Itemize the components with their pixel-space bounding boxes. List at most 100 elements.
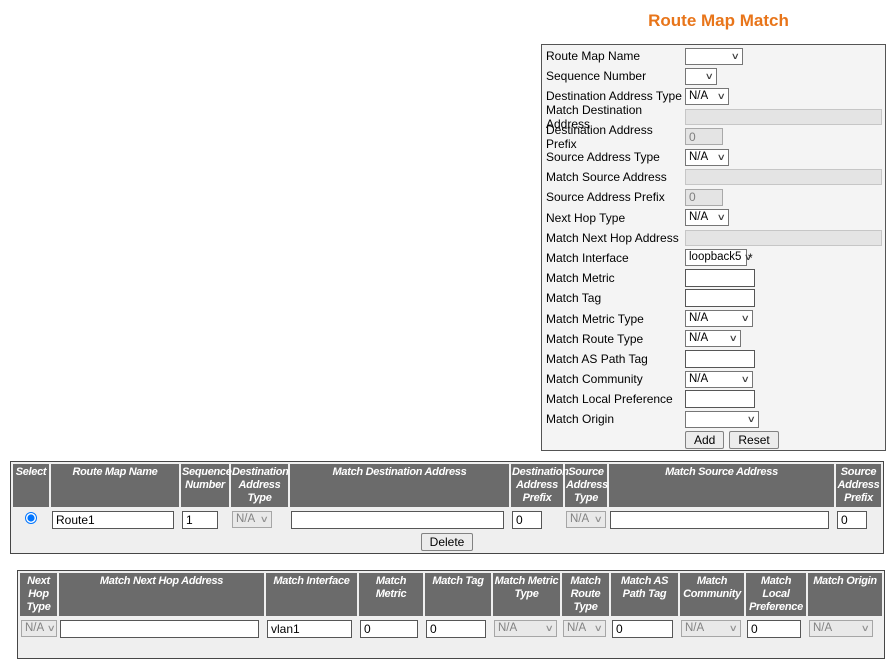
column-header-match-tag: Match Tag	[425, 573, 491, 616]
chevron-down-icon: ∨	[47, 621, 56, 636]
chevron-down-icon: ∨	[705, 69, 714, 84]
match-local-preference-label: Match Local Preference	[546, 392, 685, 406]
next-hop-type-label: Next Hop Type	[546, 211, 685, 225]
match-interface-select[interactable]: loopback5∨	[685, 249, 747, 266]
sequence-number-select[interactable]: ∨	[685, 68, 717, 85]
add-button[interactable]: Add	[685, 431, 724, 449]
next-hop-table-spacer-row	[20, 642, 882, 656]
match-as-path-tag-label: Match AS Path Tag	[546, 352, 685, 366]
match-local-preference-input[interactable]	[685, 390, 755, 408]
row-source-address-prefix-input[interactable]	[837, 511, 867, 529]
match-route-type-label: Match Route Type	[546, 332, 685, 346]
match-metric-type-select[interactable]: N/A∨	[685, 310, 753, 327]
destination-address-type-label: Destination Address Type	[546, 89, 685, 103]
match-source-address-input	[685, 169, 882, 185]
form-row-source-address-type: Source Address Type N/A ∨	[542, 147, 885, 167]
match-metric-type-label: Match Metric Type	[546, 312, 685, 326]
next-hop-match-table: Next Hop Type Match Next Hop Address Mat…	[17, 570, 885, 659]
match-metric-label: Match Metric	[546, 271, 685, 285]
select-value: N/A	[689, 89, 708, 104]
delete-button[interactable]: Delete	[421, 533, 474, 551]
chevron-down-icon: ∨	[729, 621, 738, 636]
select-value: N/A	[813, 621, 832, 636]
source-address-prefix-label: Source Address Prefix	[546, 190, 685, 204]
next-hop-table-header-row: Next Hop Type Match Next Hop Address Mat…	[20, 573, 882, 616]
row-destination-address-prefix-input[interactable]	[512, 511, 542, 529]
source-address-type-label: Source Address Type	[546, 150, 685, 164]
column-header-source-address-prefix: Source Address Prefix	[836, 464, 881, 507]
row-match-as-path-tag-input[interactable]	[612, 620, 673, 638]
match-as-path-tag-input[interactable]	[685, 350, 755, 368]
column-header-select: Select	[13, 464, 49, 507]
route-map-name-select[interactable]: ∨	[685, 48, 743, 65]
chevron-down-icon: ∨	[861, 621, 870, 636]
select-value: N/A	[570, 512, 589, 527]
form-row-match-tag: Match Tag	[542, 288, 885, 308]
column-header-next-hop-type: Next Hop Type	[20, 573, 57, 616]
row-match-destination-address-input[interactable]	[291, 511, 504, 529]
form-row-match-route-type: Match Route Type N/A ∨	[542, 329, 885, 349]
match-destination-address-input	[685, 109, 882, 125]
match-interface-label: Match Interface	[546, 251, 685, 265]
chevron-down-icon: ∨	[594, 621, 603, 636]
form-buttons-row: Add Reset	[542, 430, 885, 450]
row-match-tag-input[interactable]	[426, 620, 486, 638]
form-row-match-interface: Match Interface loopback5∨*	[542, 248, 885, 268]
chevron-down-icon: ∨	[744, 250, 753, 265]
destination-address-prefix-label: Destination Address Prefix	[546, 123, 685, 151]
form-row-source-address-prefix: Source Address Prefix	[542, 187, 885, 207]
column-header-match-source-address: Match Source Address	[609, 464, 834, 507]
row-match-community-select: N/A ∨	[681, 620, 741, 637]
chevron-down-icon: ∨	[717, 150, 726, 165]
match-metric-input[interactable]	[685, 269, 755, 287]
row-destination-address-type-select: N/A∨	[232, 511, 272, 528]
row-sequence-number-input[interactable]	[182, 511, 218, 529]
row-match-local-preference-input[interactable]	[747, 620, 801, 638]
select-value: N/A	[689, 150, 708, 165]
chevron-down-icon: ∨	[545, 621, 554, 636]
column-header-match-origin: Match Origin	[808, 573, 882, 616]
row-match-source-address-input[interactable]	[610, 511, 829, 529]
row-match-interface-input[interactable]	[267, 620, 352, 638]
select-value: N/A	[236, 512, 255, 527]
match-origin-label: Match Origin	[546, 412, 685, 426]
row-next-hop-type-select: N/A∨	[21, 620, 57, 637]
row-match-route-type-select: N/A ∨	[563, 620, 606, 637]
chevron-down-icon: ∨	[741, 311, 750, 326]
column-header-destination-address-type: Destination Address Type	[231, 464, 288, 507]
source-address-prefix-input	[685, 189, 723, 206]
row-select-radio[interactable]	[25, 512, 37, 524]
match-next-hop-address-input	[685, 230, 882, 246]
chevron-down-icon: ∨	[729, 331, 738, 346]
form-row-match-metric-type: Match Metric Type N/A∨	[542, 308, 885, 328]
match-source-address-label: Match Source Address	[546, 170, 685, 184]
match-tag-label: Match Tag	[546, 291, 685, 305]
chevron-down-icon: ∨	[594, 512, 603, 527]
column-header-match-as-path-tag: Match AS Path Tag	[611, 573, 678, 616]
select-value: N/A	[685, 621, 704, 636]
column-header-match-community: Match Community	[680, 573, 744, 616]
select-value: N/A	[689, 331, 708, 346]
reset-button[interactable]: Reset	[729, 431, 778, 449]
select-value: N/A	[567, 621, 586, 636]
row-match-next-hop-address-input[interactable]	[60, 620, 259, 638]
form-row-match-metric: Match Metric	[542, 268, 885, 288]
form-row-destination-address-prefix: Destination Address Prefix	[542, 127, 885, 147]
match-table-header-row: Select Route Map Name Sequence Number De…	[13, 464, 881, 507]
column-header-match-next-hop-address: Match Next Hop Address	[59, 573, 264, 616]
next-hop-type-select[interactable]: N/A∨	[685, 209, 729, 226]
row-route-map-name-input[interactable]	[52, 511, 174, 529]
match-route-type-select[interactable]: N/A ∨	[685, 330, 741, 347]
match-origin-select[interactable]: ∨	[685, 411, 759, 428]
form-row-match-local-preference: Match Local Preference	[542, 389, 885, 409]
chevron-down-icon: ∨	[741, 372, 750, 387]
match-table-row: N/A∨ N/A∨	[13, 509, 881, 531]
destination-address-type-select[interactable]: N/A∨	[685, 88, 729, 105]
source-address-type-select[interactable]: N/A ∨	[685, 149, 729, 166]
match-community-select[interactable]: N/A∨	[685, 371, 753, 388]
page-title: Route Map Match	[546, 11, 891, 31]
form-row-next-hop-type: Next Hop Type N/A∨	[542, 208, 885, 228]
row-match-metric-input[interactable]	[360, 620, 418, 638]
match-tag-input[interactable]	[685, 289, 755, 307]
column-header-source-address-type: Source Address Type	[565, 464, 607, 507]
